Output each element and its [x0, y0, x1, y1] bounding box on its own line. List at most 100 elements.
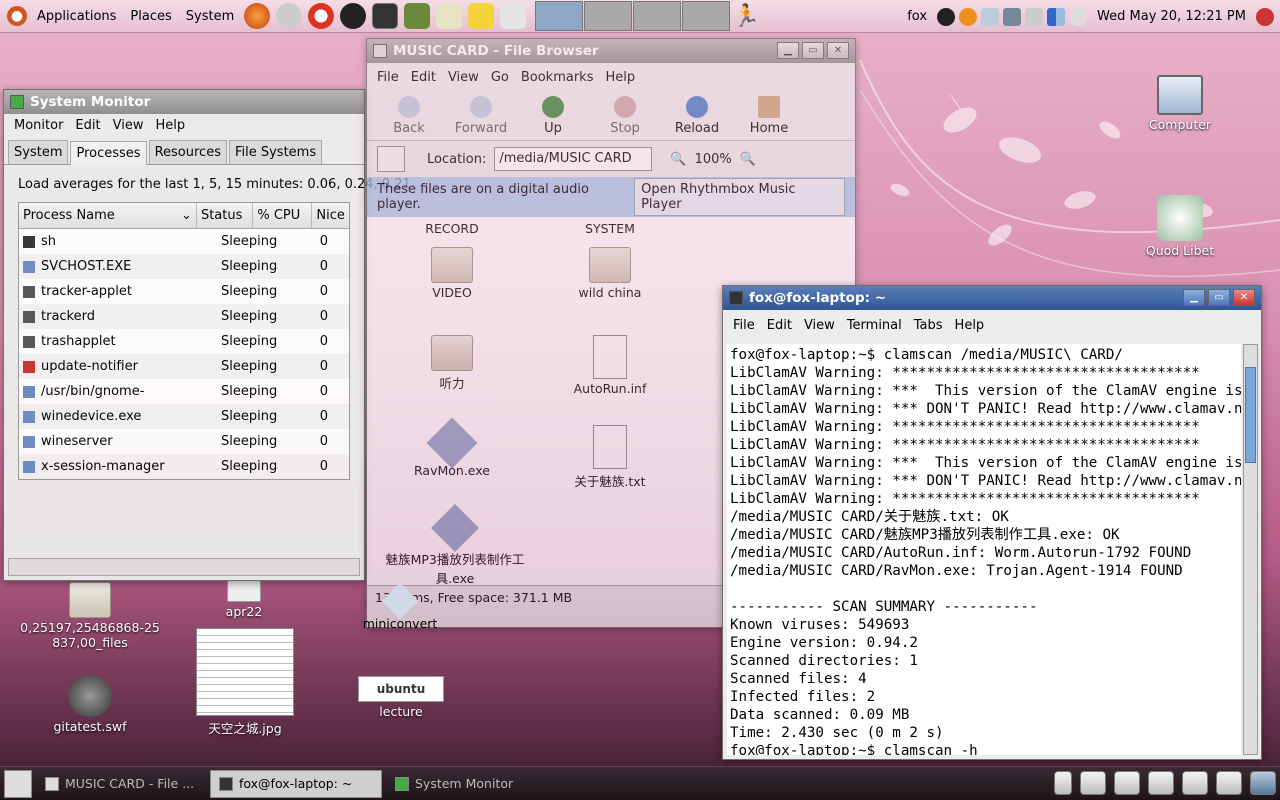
table-row[interactable]: tracker-applet Sleeping 0: [19, 279, 349, 304]
desktop-icon-gitatest[interactable]: gitatest.swf: [40, 675, 140, 734]
zoom-in-icon[interactable]: 🔍: [740, 152, 756, 167]
table-row[interactable]: wineserver Sleeping 0: [19, 429, 349, 454]
tab-resources[interactable]: Resources: [148, 140, 227, 164]
usb-drive-icon[interactable]: [1054, 771, 1072, 795]
help-lifebuoy-icon[interactable]: [308, 3, 335, 29]
drive-icon[interactable]: [1182, 771, 1208, 795]
horizontal-scrollbar[interactable]: [8, 558, 360, 576]
shutdown-icon[interactable]: [1256, 7, 1274, 26]
desktop-icon-quod-libet[interactable]: Quod Libet: [1140, 195, 1220, 258]
file-browser-titlebar[interactable]: MUSIC CARD - File Browser ▁ ▭ ✕: [367, 39, 855, 63]
desktop-icon-files-folder[interactable]: 0,25197,25486868-25837,00_files: [20, 582, 160, 650]
menu-tabs[interactable]: Tabs: [908, 318, 949, 333]
file-item[interactable]: VIDEO: [397, 247, 507, 300]
edit-location-icon[interactable]: [377, 146, 405, 172]
menu-go[interactable]: Go: [485, 70, 515, 85]
drive-icon[interactable]: [1148, 771, 1174, 795]
signal-strength-icon[interactable]: [1047, 7, 1066, 26]
table-row[interactable]: x-session-manager Sleeping 0: [19, 454, 349, 479]
terminal-launcher-icon[interactable]: [372, 3, 399, 29]
bluetooth-tray-icon[interactable]: [1003, 7, 1022, 26]
file-item[interactable]: RavMon.exe: [397, 417, 507, 478]
show-desktop-icon[interactable]: [4, 769, 32, 798]
column-nice[interactable]: Nice: [312, 203, 349, 228]
desktop-icon-computer[interactable]: Computer: [1140, 75, 1220, 132]
file-item[interactable]: 魅族MP3播放列表制作工具.exe: [375, 503, 535, 587]
desktop-icon-miniconvert[interactable]: miniconvert: [360, 582, 440, 631]
workspace-2[interactable]: [584, 1, 633, 31]
close-button[interactable]: ✕: [1233, 289, 1255, 306]
table-row[interactable]: trashapplet Sleeping 0: [19, 329, 349, 354]
applications-menu[interactable]: Applications: [30, 9, 123, 24]
books-icon[interactable]: [404, 3, 431, 29]
file-item[interactable]: 关于魅族.txt: [555, 425, 665, 490]
battery-tray-icon[interactable]: [1025, 7, 1044, 26]
terminal-titlebar[interactable]: fox@fox-laptop: ~ ▁ ▭ ✕: [723, 286, 1261, 310]
menu-bookmarks[interactable]: Bookmarks: [515, 70, 600, 85]
workspace-3[interactable]: [633, 1, 682, 31]
qq-tray-icon[interactable]: [937, 7, 956, 26]
update-tray-icon[interactable]: [959, 7, 978, 26]
menu-monitor[interactable]: Monitor: [8, 118, 69, 133]
table-row[interactable]: /usr/bin/gnome- Sleeping 0: [19, 379, 349, 404]
workspace-4[interactable]: [682, 1, 731, 31]
file-item[interactable]: wild china: [555, 247, 665, 300]
menu-file[interactable]: File: [371, 70, 405, 85]
volume-icon[interactable]: [1069, 7, 1088, 26]
menu-view[interactable]: View: [798, 318, 841, 333]
file-item[interactable]: 听力: [397, 335, 507, 392]
maximize-button[interactable]: ▭: [1208, 289, 1230, 306]
menu-help[interactable]: Help: [949, 318, 991, 333]
menu-view[interactable]: View: [442, 70, 485, 85]
file-item[interactable]: SYSTEM: [555, 221, 665, 236]
stop-button[interactable]: Stop: [589, 96, 661, 136]
column-process-name[interactable]: Process Name ⌄: [19, 203, 197, 228]
drive-icon[interactable]: [1114, 771, 1140, 795]
notes-icon[interactable]: [436, 3, 463, 29]
column-cpu[interactable]: % CPU: [253, 203, 313, 228]
location-input[interactable]: /media/MUSIC CARD: [494, 147, 653, 171]
trash-icon[interactable]: [1250, 771, 1276, 795]
desktop-icon-jpg[interactable]: 天空之城.jpg: [190, 628, 300, 737]
taskbar-system-monitor[interactable]: System Monitor: [386, 770, 556, 798]
workspace-1[interactable]: [535, 1, 584, 31]
menu-edit[interactable]: Edit: [761, 318, 798, 333]
taskbar-terminal[interactable]: fox@fox-laptop: ~: [210, 769, 382, 798]
system-monitor-titlebar[interactable]: System Monitor: [4, 90, 364, 114]
menu-edit[interactable]: Edit: [69, 118, 106, 133]
table-row[interactable]: sh Sleeping 0: [19, 229, 349, 254]
tab-processes[interactable]: Processes: [70, 141, 147, 165]
minimize-button[interactable]: ▁: [777, 42, 799, 59]
menu-file[interactable]: File: [727, 318, 761, 333]
scrollbar-thumb[interactable]: [1245, 367, 1256, 463]
minimize-button[interactable]: ▁: [1183, 289, 1205, 306]
clock[interactable]: Wed May 20, 12:21 PM: [1097, 9, 1246, 24]
close-button[interactable]: ✕: [827, 42, 849, 59]
mushroom-icon[interactable]: [500, 3, 527, 29]
pencil-icon[interactable]: [468, 3, 495, 29]
menu-terminal[interactable]: Terminal: [841, 318, 908, 333]
table-row[interactable]: trackerd Sleeping 0: [19, 304, 349, 329]
running-man-icon[interactable]: 🏃: [733, 3, 760, 29]
file-item[interactable]: RECORD: [397, 221, 507, 236]
back-button[interactable]: Back: [373, 96, 445, 136]
drive-icon[interactable]: [1080, 771, 1106, 795]
tab-system[interactable]: System: [8, 140, 69, 164]
file-item[interactable]: AutoRun.inf: [555, 335, 665, 396]
menu-help[interactable]: Help: [599, 70, 641, 85]
workspace-switcher[interactable]: [535, 1, 731, 31]
column-status[interactable]: Status: [197, 203, 254, 228]
desktop-icon-apr22[interactable]: apr22: [214, 580, 274, 619]
taskbar-file-browser[interactable]: MUSIC CARD - File ...: [36, 770, 206, 798]
menu-edit[interactable]: Edit: [405, 70, 442, 85]
places-menu[interactable]: Places: [123, 9, 178, 24]
home-button[interactable]: Home: [733, 96, 805, 136]
qq-penguin-icon[interactable]: [340, 3, 367, 29]
table-row[interactable]: SVCHOST.EXE Sleeping 0: [19, 254, 349, 279]
zoom-out-icon[interactable]: 🔍: [670, 152, 686, 167]
drive-icon[interactable]: [1216, 771, 1242, 795]
up-button[interactable]: Up: [517, 96, 589, 136]
desktop-icon-lecture[interactable]: ubuntu lecture: [356, 676, 446, 719]
system-menu[interactable]: System: [179, 9, 241, 24]
firefox-icon[interactable]: [244, 3, 271, 29]
